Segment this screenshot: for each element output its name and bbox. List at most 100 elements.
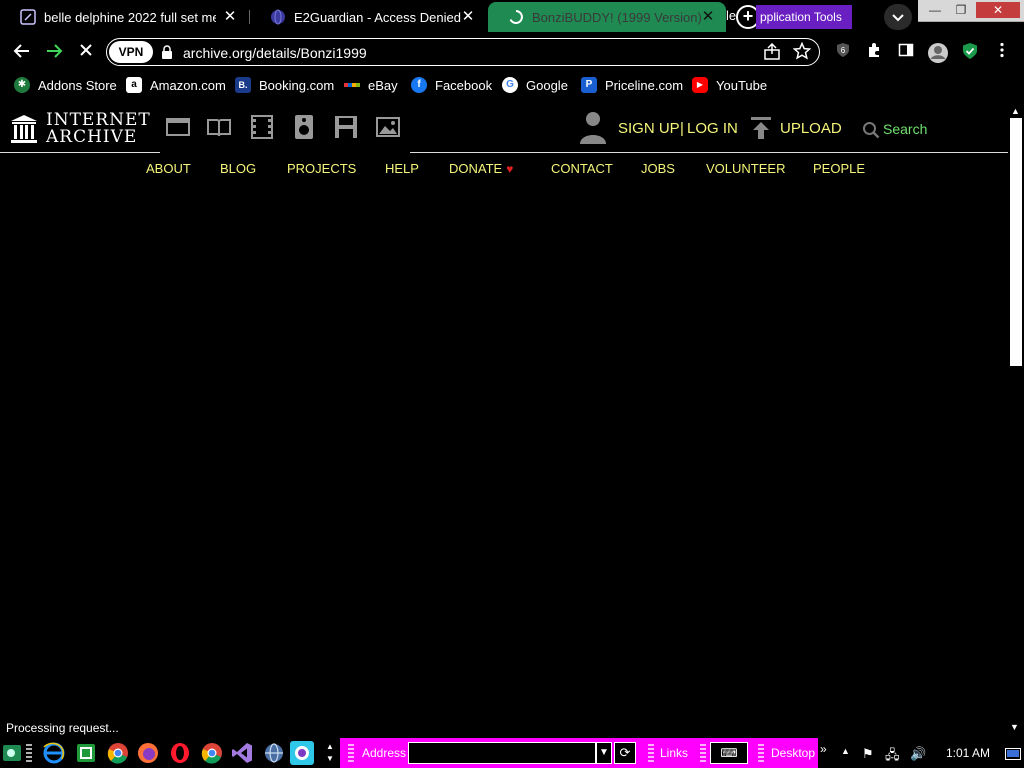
nav-contact[interactable]: CONTACT	[551, 161, 613, 176]
vertical-scrollbar[interactable]: ▲	[1008, 102, 1024, 718]
toolbar-grip[interactable]	[26, 744, 32, 762]
share-icon[interactable]	[763, 43, 781, 61]
bookmark-facebook[interactable]: f Facebook	[411, 76, 492, 94]
search-icon[interactable]	[862, 121, 880, 139]
scroll-down-arrow-icon[interactable]: ▼	[1010, 722, 1019, 732]
keyboard-icon[interactable]: ⌨	[710, 742, 748, 764]
show-desktop-icon[interactable]	[1005, 748, 1021, 760]
network-icon[interactable]: 🖧	[885, 746, 900, 768]
application-tools-tab[interactable]: pplication Tools	[756, 5, 852, 29]
volume-icon[interactable]: 🔊	[910, 746, 926, 762]
bookmark-ebay[interactable]: eBay	[344, 76, 398, 94]
opera-icon[interactable]	[168, 741, 192, 765]
bonzi-app-icon[interactable]	[290, 741, 314, 765]
bookmark-star-icon[interactable]	[793, 42, 811, 60]
scroll-up-arrow-icon[interactable]: ▲	[1011, 106, 1020, 116]
more-chevron-icon[interactable]: »	[820, 742, 827, 756]
bookmark-label: Priceline.com	[605, 77, 684, 93]
close-window-button[interactable]: ✕	[976, 2, 1020, 18]
scroll-up-icon[interactable]: ▲	[322, 741, 338, 753]
url-text[interactable]: archive.org/details/Bonzi1999	[183, 45, 367, 61]
side-panel-button[interactable]	[896, 42, 916, 62]
scroll-arrows[interactable]: ▲ ▼	[322, 741, 338, 765]
page-content: INTERNET ARCHIVE SIGN UP | LOG IN UPLOAD…	[0, 102, 1008, 718]
address-toolbar-input[interactable]	[408, 742, 596, 764]
chrome-icon[interactable]	[106, 741, 130, 765]
nav-about[interactable]: ABOUT	[146, 161, 191, 176]
log-in-link[interactable]: LOG IN	[687, 120, 738, 137]
bookmark-label: YouTube	[716, 77, 768, 93]
user-icon[interactable]	[578, 110, 608, 144]
close-tab-icon[interactable]: ✕	[222, 9, 238, 25]
texts-icon[interactable]	[206, 114, 232, 140]
extensions-button[interactable]	[864, 42, 884, 62]
nav-donate[interactable]: DONATE ♥	[449, 161, 513, 176]
nav-people[interactable]: PEOPLE	[813, 161, 865, 176]
menu-button[interactable]	[992, 42, 1012, 62]
scrollbar-thumb[interactable]	[1010, 118, 1022, 366]
toolbar-grip[interactable]	[348, 744, 354, 762]
start-button-icon[interactable]	[2, 741, 22, 765]
links-toolbar-label[interactable]: Links	[660, 746, 688, 760]
close-tab-icon[interactable]: ✕	[460, 9, 476, 25]
internet-explorer-icon[interactable]	[42, 741, 66, 765]
bookmark-amazon[interactable]: a Amazon.com	[126, 76, 226, 94]
vpn-badge[interactable]: VPN	[109, 41, 153, 63]
internet-archive-logo[interactable]: INTERNET ARCHIVE	[10, 112, 151, 146]
status-text: Processing request...	[6, 721, 119, 735]
desktop-toolbar-label[interactable]: Desktop	[771, 746, 815, 760]
tab-bonzibuddy-active[interactable]: BonziBUDDY! (1999 Version) : Bo ✕	[488, 2, 726, 32]
green-shield-icon	[963, 43, 977, 59]
tab-belle-delphine[interactable]: belle delphine 2022 full set mega ✕	[0, 2, 248, 32]
extension-badge[interactable]: 6	[833, 42, 853, 62]
globe-app-icon[interactable]	[262, 741, 286, 765]
toolbar-grip[interactable]	[700, 744, 706, 762]
nav-jobs[interactable]: JOBS	[641, 161, 675, 176]
close-tab-icon[interactable]: ✕	[700, 9, 716, 25]
profile-button[interactable]	[927, 42, 948, 63]
show-hidden-icons-icon[interactable]: ▲	[841, 746, 850, 756]
sign-up-link[interactable]: SIGN UP	[618, 120, 680, 137]
search-link[interactable]: Search	[883, 121, 927, 137]
spreadsheet-app-icon[interactable]	[74, 741, 98, 765]
forward-button[interactable]	[44, 42, 64, 62]
nav-help[interactable]: HELP	[385, 161, 419, 176]
refresh-icon[interactable]: ⟳	[614, 742, 636, 764]
audio-icon[interactable]	[291, 114, 317, 140]
software-icon[interactable]	[333, 114, 359, 140]
lock-icon[interactable]	[161, 45, 173, 59]
tab-fragment[interactable]: le	[726, 8, 736, 23]
firefox-icon[interactable]	[136, 741, 160, 765]
globe-favicon-icon	[271, 9, 285, 25]
nav-blog[interactable]: BLOG	[220, 161, 256, 176]
flag-icon[interactable]: ⚑	[862, 746, 874, 762]
chevron-down-icon[interactable]: ▼	[596, 742, 612, 764]
chrome-icon-2[interactable]	[200, 741, 224, 765]
video-icon[interactable]	[249, 114, 275, 140]
bookmark-addons-store[interactable]: ✱ Addons Store	[14, 76, 117, 94]
tab-search-button[interactable]	[884, 4, 912, 30]
bookmark-booking[interactable]: B. Booking.com	[235, 76, 334, 94]
back-button[interactable]	[12, 42, 32, 62]
security-extension-button[interactable]	[960, 42, 980, 62]
scroll-down-icon[interactable]: ▼	[322, 753, 338, 765]
stop-button[interactable]	[76, 42, 96, 62]
bookmark-google[interactable]: G Google	[502, 76, 568, 94]
toolbar-grip[interactable]	[758, 744, 764, 762]
nav-projects[interactable]: PROJECTS	[287, 161, 356, 176]
svg-text:6: 6	[841, 46, 846, 55]
images-icon[interactable]	[375, 114, 401, 140]
nav-volunteer[interactable]: VOLUNTEER	[706, 161, 785, 176]
clock[interactable]: 1:01 AM	[946, 746, 990, 760]
bookmark-priceline[interactable]: P Priceline.com	[581, 76, 683, 94]
maximize-button[interactable]: ❐	[950, 2, 972, 18]
upload-link[interactable]: UPLOAD	[780, 120, 842, 137]
visual-studio-icon[interactable]	[230, 741, 254, 765]
minimize-button[interactable]: —	[924, 2, 946, 18]
bookmark-youtube[interactable]: ▶ YouTube	[692, 76, 767, 94]
upload-icon[interactable]	[750, 116, 772, 140]
web-icon[interactable]	[165, 114, 191, 140]
address-bar[interactable]: VPN archive.org/details/Bonzi1999	[106, 38, 820, 66]
toolbar-grip[interactable]	[648, 744, 654, 762]
tab-e2guardian[interactable]: E2Guardian - Access Denied ✕	[250, 2, 486, 32]
